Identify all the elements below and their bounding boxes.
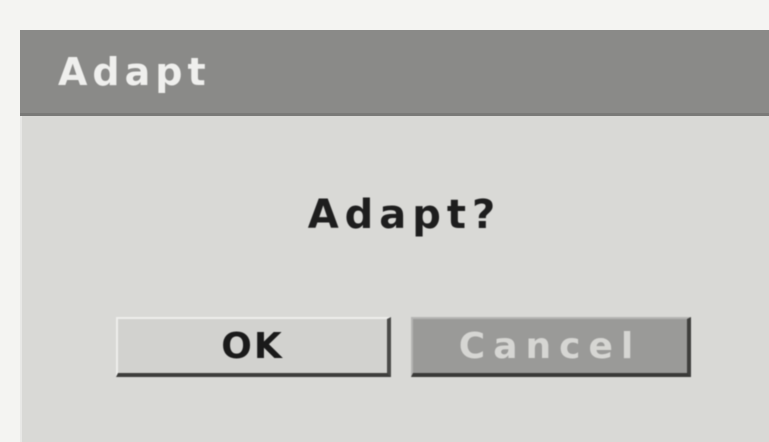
dialog-title-bar: Adapt [20,30,769,116]
ok-button[interactable]: OK [116,317,391,377]
adapt-dialog: Adapt Adapt? OK Cancel [20,30,769,442]
dialog-message: Adapt? [307,192,502,238]
dialog-title: Adapt [58,50,211,94]
screen: Adapt Adapt? OK Cancel [0,0,769,442]
cancel-button[interactable]: Cancel [411,317,691,377]
